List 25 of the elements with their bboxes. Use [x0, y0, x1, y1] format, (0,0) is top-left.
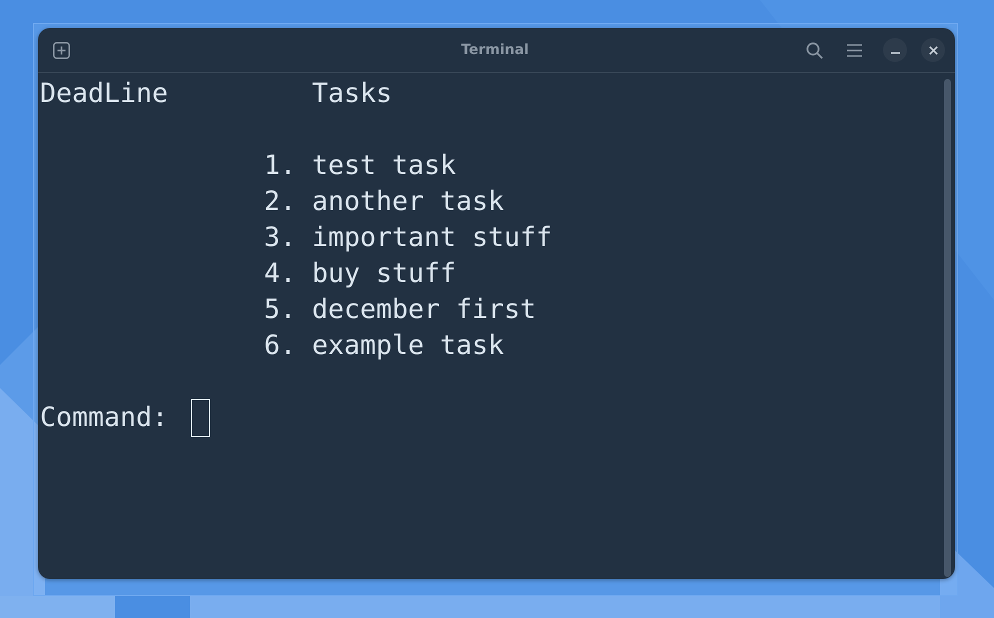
task-text: example task: [312, 329, 504, 363]
task-text: another task: [312, 185, 504, 219]
column-heading: DeadLine: [40, 77, 168, 111]
plus-square-icon: [52, 42, 70, 58]
task-text: december first: [312, 293, 536, 327]
task-number: 1.: [264, 149, 296, 183]
close-button[interactable]: [921, 38, 945, 62]
text-cursor: [191, 399, 210, 437]
close-icon: [928, 46, 938, 54]
task-number: 2.: [264, 185, 296, 219]
task-text: important stuff: [312, 221, 552, 255]
minimize-icon: [890, 52, 900, 54]
search-icon: [806, 42, 822, 58]
prompt-label: Command:: [40, 401, 168, 435]
menu-icon: [846, 44, 862, 56]
task-text: test task: [312, 149, 456, 183]
minimize-button[interactable]: [883, 38, 907, 62]
window-title: Terminal: [461, 42, 529, 58]
scrollbar[interactable]: [944, 79, 951, 577]
column-heading: Tasks: [312, 77, 392, 111]
task-number: 6.: [264, 329, 296, 363]
task-number: 3.: [264, 221, 296, 255]
task-number: 4.: [264, 257, 296, 291]
task-text: buy stuff: [312, 257, 456, 291]
task-number: 5.: [264, 293, 296, 327]
